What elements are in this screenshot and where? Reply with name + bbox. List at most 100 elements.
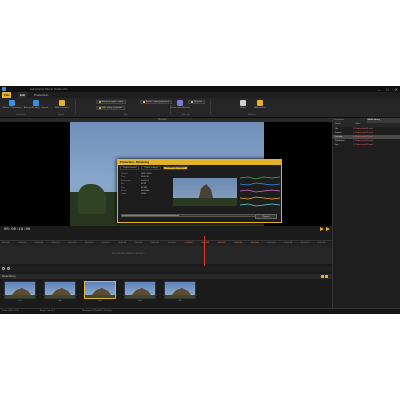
window-title: Ashampoo Movie Studio Pro	[30, 87, 69, 91]
ruler-tick-label: 00:00:04	[18, 242, 27, 244]
transition-icon	[59, 100, 65, 106]
properties-icon	[143, 101, 145, 103]
cancel-button[interactable]: Cancel	[255, 214, 277, 219]
import-button[interactable]: Add media file(s) / Import	[24, 100, 48, 109]
transport-bar: 00:00:19:08	[0, 226, 332, 234]
split-icon	[99, 107, 101, 109]
marker-icon	[257, 100, 263, 106]
titles-icon	[177, 100, 183, 106]
close-icon[interactable]: ✕	[395, 87, 398, 92]
ruler-tick-label: 00:00:44	[184, 242, 193, 244]
group-edit: Edit	[124, 114, 128, 116]
app-window: Ashampoo Movie Studio Pro – □ ✕ File Edi…	[0, 86, 400, 314]
ribbon-divider	[210, 100, 211, 114]
render-progress-fill	[122, 215, 180, 216]
ruler-tick-label: 00:00:56	[234, 242, 243, 244]
list-view-icon[interactable]	[325, 275, 328, 278]
list-item[interactable]: Fps C:\Videos\clip005.mp4	[333, 143, 400, 147]
import-icon	[33, 100, 39, 106]
render-progress-bar	[121, 214, 256, 217]
status-resolution: Resolution 1920x1080 / 23.98 fps	[82, 310, 112, 312]
remove-icon	[191, 101, 193, 103]
timeline-toolbar	[0, 266, 332, 272]
media-clip[interactable]: 001	[4, 281, 36, 305]
split-button[interactable]: Split video at marker	[96, 106, 125, 110]
ruler-tick-label: 00:00:20	[85, 242, 93, 244]
effects-icon	[9, 100, 15, 106]
tab-media-library[interactable]: Media library	[366, 118, 400, 123]
ribbon-toolbar: Effects / Transitions Add media file(s) …	[0, 98, 400, 118]
clip-thumbnail	[4, 281, 36, 299]
ruler-tick-label: 00:00:32	[134, 242, 143, 244]
marker-button[interactable]: Add marker	[254, 100, 266, 109]
media-clip[interactable]: 002	[44, 281, 76, 305]
tab-rendering-progress[interactable]: Rendering progress	[163, 166, 189, 170]
ribbon-divider	[75, 100, 76, 114]
group-clipboard: Clipboard	[16, 114, 26, 116]
ruler-tick-label: 00:00:24	[101, 242, 110, 244]
tab-output-format[interactable]: Output format	[120, 166, 140, 170]
ruler-tick-label: 00:00:48	[201, 242, 209, 244]
remove-button[interactable]: Remove	[188, 100, 206, 104]
group-import: Import	[58, 114, 65, 116]
media-bin: 001 002 003 004 005	[0, 279, 332, 307]
ruler-tick-label: 00:00:00	[2, 242, 10, 244]
render-stats-graph	[240, 176, 280, 207]
transport-controls	[320, 227, 330, 231]
render-preview-thumbnail	[173, 178, 237, 206]
media-clip[interactable]: 004	[124, 281, 156, 305]
render-info: Frames 1826 / 4215 Time 00:01:16 Remaining…	[121, 173, 171, 197]
media-clip[interactable]: 003	[84, 281, 116, 305]
ruler-tick-label: 00:01:16	[317, 242, 326, 244]
timecode-display: 00:00:19:08	[4, 228, 31, 232]
bin-tools	[321, 275, 328, 278]
titles-button[interactable]: Create and edit titles	[170, 100, 190, 109]
app-icon	[2, 87, 6, 91]
maximize-icon[interactable]: □	[386, 87, 388, 92]
clip-thumbnail	[164, 281, 196, 299]
clip-thumbnail	[124, 281, 156, 299]
playhead[interactable]	[204, 236, 205, 266]
rendering-dialog: Production - Rendering Output format Vid…	[117, 159, 282, 223]
ruler-tick-label: 00:01:12	[300, 242, 309, 244]
ruler-tick-label: 00:00:16	[68, 242, 77, 244]
ruler-tick-label: 00:00:12	[51, 242, 60, 244]
effects-button[interactable]: Effects / Transitions	[2, 100, 22, 109]
tree-left	[78, 184, 106, 214]
timeline-drop-hint: Hier Mediendateien ablegen	[112, 252, 145, 255]
timeline-track[interactable]: Hier Mediendateien ablegen	[0, 246, 332, 264]
ruler-tick-label: 00:00:52	[217, 242, 226, 244]
clip-thumbnail	[84, 281, 116, 299]
reverse-button[interactable]: Reverse audio / video	[96, 100, 127, 104]
status-bar: Frame 1826 / 4215 Aspect ratio 16:9 Reso…	[0, 308, 400, 314]
right-panel: Properties Media library Name Value File…	[332, 118, 400, 308]
audio-button[interactable]: Audio	[238, 100, 248, 109]
ruler-tick-label: 00:00:28	[118, 242, 126, 244]
transition-button[interactable]: Add transition	[54, 100, 70, 109]
tab-video-settings[interactable]: Video settings	[141, 166, 162, 170]
dialog-title: Production - Rendering	[118, 160, 281, 165]
ruler-tick-label: 00:00:36	[151, 242, 160, 244]
status-aspect: Aspect ratio 16:9	[40, 310, 56, 312]
dialog-tabs: Output format Video settings Rendering p…	[120, 166, 189, 170]
clip-thumbnail	[44, 281, 76, 299]
ruler-tick-label: 00:01:04	[267, 242, 276, 244]
group-markers: Markers	[248, 114, 256, 116]
av-properties-button[interactable]: Audio / video properties	[140, 100, 172, 104]
ruler-tick-label: 00:00:08	[35, 242, 43, 244]
audio-icon	[240, 100, 246, 106]
minimize-icon[interactable]: –	[378, 87, 380, 92]
next-frame-icon[interactable]	[326, 227, 330, 231]
info-row: Codec H.264	[121, 193, 147, 196]
zoom-out-icon[interactable]	[7, 267, 10, 270]
grid-view-icon[interactable]	[321, 275, 324, 278]
play-icon[interactable]	[320, 227, 324, 231]
zoom-in-icon[interactable]	[2, 267, 5, 270]
group-edit-clip: Edit clip	[182, 114, 190, 116]
ruler-tick-label: 00:00:40	[168, 242, 176, 244]
ruler-tick-label: 00:01:00	[251, 242, 259, 244]
media-clip[interactable]: 005	[164, 281, 196, 305]
reverse-icon	[99, 101, 101, 103]
status-frame: Frame 1826 / 4215	[2, 310, 19, 312]
ruler-tick-label: 00:01:08	[284, 242, 292, 244]
